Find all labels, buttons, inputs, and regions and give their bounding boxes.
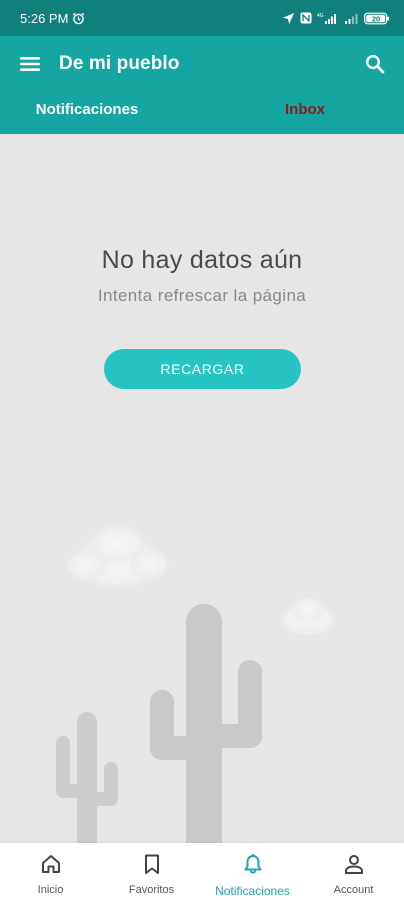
home-icon <box>40 853 62 875</box>
nav-label-account: Account <box>333 884 374 896</box>
nav-item-notificaciones[interactable]: Notificaciones <box>202 843 303 900</box>
menu-button[interactable] <box>16 50 44 78</box>
desert-cactus-illustration <box>56 522 340 843</box>
tab-bar: Notificaciones Inbox <box>0 92 404 126</box>
status-right: 4G 20 <box>282 12 390 25</box>
nav-label-inicio: Inicio <box>37 884 64 896</box>
bell-icon <box>242 853 264 875</box>
alarm-icon <box>72 12 85 25</box>
empty-state-title: No hay datos aún <box>101 246 303 274</box>
status-time: 5:26 PM <box>20 10 69 26</box>
battery-icon: 20 <box>364 12 390 25</box>
network-label: 4G <box>317 13 324 19</box>
tab-notificaciones-label: Notificaciones <box>35 100 139 118</box>
search-icon <box>365 54 385 74</box>
location-arrow-icon <box>282 12 295 25</box>
nav-label-favoritos: Favoritos <box>128 884 175 896</box>
bottom-navigation: Inicio Favoritos Notificaciones Account <box>0 843 404 900</box>
app-title: De mi pueblo <box>59 53 180 74</box>
nav-label-notificaciones: Notificaciones <box>215 884 290 898</box>
signal-icon <box>344 12 359 25</box>
reload-button[interactable]: RECARGAR <box>104 349 301 389</box>
nfc-icon <box>300 12 312 24</box>
tab-notificaciones[interactable]: Notificaciones <box>0 92 202 126</box>
cactus-large <box>150 604 262 843</box>
tab-inbox[interactable]: Inbox <box>202 92 404 126</box>
tab-inbox-label: Inbox <box>285 100 325 118</box>
search-button[interactable] <box>360 49 390 79</box>
nav-item-account[interactable]: Account <box>303 843 404 900</box>
signal-4g-icon: 4G <box>317 12 339 25</box>
person-icon <box>343 853 365 875</box>
app-bar: De mi pueblo Notificaciones Inbox <box>0 36 404 134</box>
hamburger-icon <box>20 57 40 71</box>
battery-level: 20 <box>372 14 380 23</box>
status-bar: 5:26 PM 4G 20 <box>0 0 404 36</box>
nav-item-favoritos[interactable]: Favoritos <box>101 843 202 900</box>
status-left: 5:26 PM <box>20 11 85 26</box>
screen: 5:26 PM 4G 20 De mi pueblo Notificacione… <box>0 0 404 900</box>
empty-state-subtitle: Intenta refrescar la página <box>97 286 307 305</box>
cloud-right <box>276 596 340 638</box>
cloud-left <box>64 522 172 592</box>
cactus-small <box>56 712 118 843</box>
nav-item-inicio[interactable]: Inicio <box>0 843 101 900</box>
bookmark-icon <box>141 853 163 875</box>
